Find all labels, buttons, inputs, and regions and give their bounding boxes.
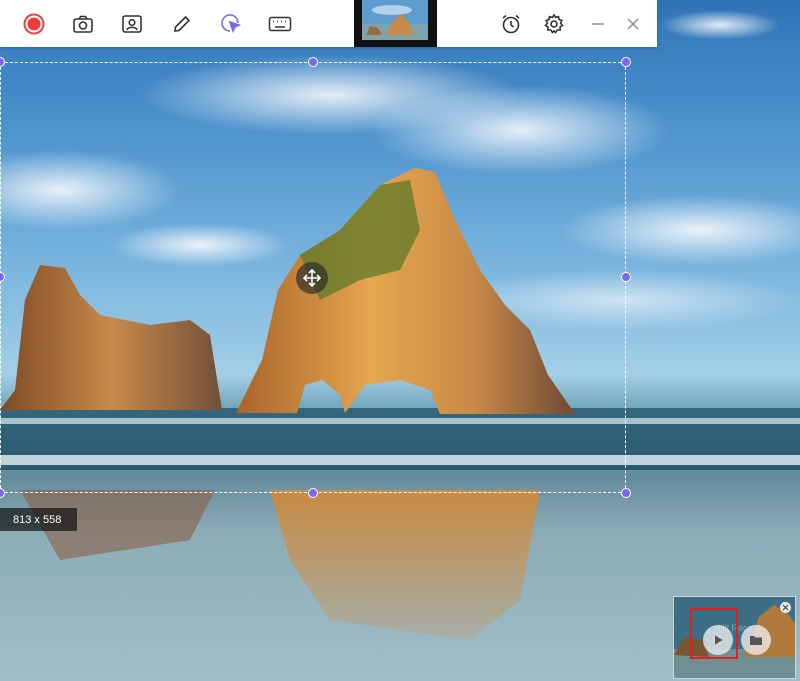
webcam-button[interactable] <box>120 12 144 36</box>
pen-icon <box>174 15 191 32</box>
settings-button[interactable] <box>542 12 566 36</box>
minimize-button[interactable] <box>586 12 610 36</box>
alarm-clock-icon <box>502 14 520 34</box>
open-folder-button[interactable] <box>741 625 771 655</box>
resize-handle-top[interactable] <box>308 57 318 67</box>
cursor-click-icon <box>221 14 242 34</box>
keystroke-button[interactable] <box>268 12 292 36</box>
keyboard-icon <box>268 16 292 32</box>
region-dimensions-label: 813 x 558 <box>0 508 77 531</box>
webcam-icon <box>122 15 142 33</box>
minimize-icon <box>592 23 604 25</box>
annotate-button[interactable] <box>170 12 194 36</box>
recorder-toolbar <box>0 0 657 47</box>
cursor-effect-button[interactable] <box>219 12 243 36</box>
resize-handle-bottom-right[interactable] <box>621 488 631 498</box>
gear-icon <box>544 13 564 34</box>
resize-handle-top-right[interactable] <box>621 57 631 67</box>
folder-icon <box>750 636 762 645</box>
move-handle-icon[interactable] <box>296 262 328 294</box>
record-button[interactable] <box>22 12 46 36</box>
screen-preview-thumbnail[interactable] <box>354 0 437 47</box>
highlight-box <box>690 608 738 659</box>
resize-handle-right[interactable] <box>621 272 631 282</box>
resize-handle-bottom[interactable] <box>308 488 318 498</box>
close-button[interactable] <box>621 12 645 36</box>
close-icon <box>782 604 789 611</box>
popup-close-button[interactable] <box>780 602 791 613</box>
camera-icon <box>73 15 93 33</box>
record-icon <box>23 13 45 35</box>
schedule-button[interactable] <box>499 12 523 36</box>
screenshot-button[interactable] <box>71 12 95 36</box>
close-icon <box>627 18 639 30</box>
